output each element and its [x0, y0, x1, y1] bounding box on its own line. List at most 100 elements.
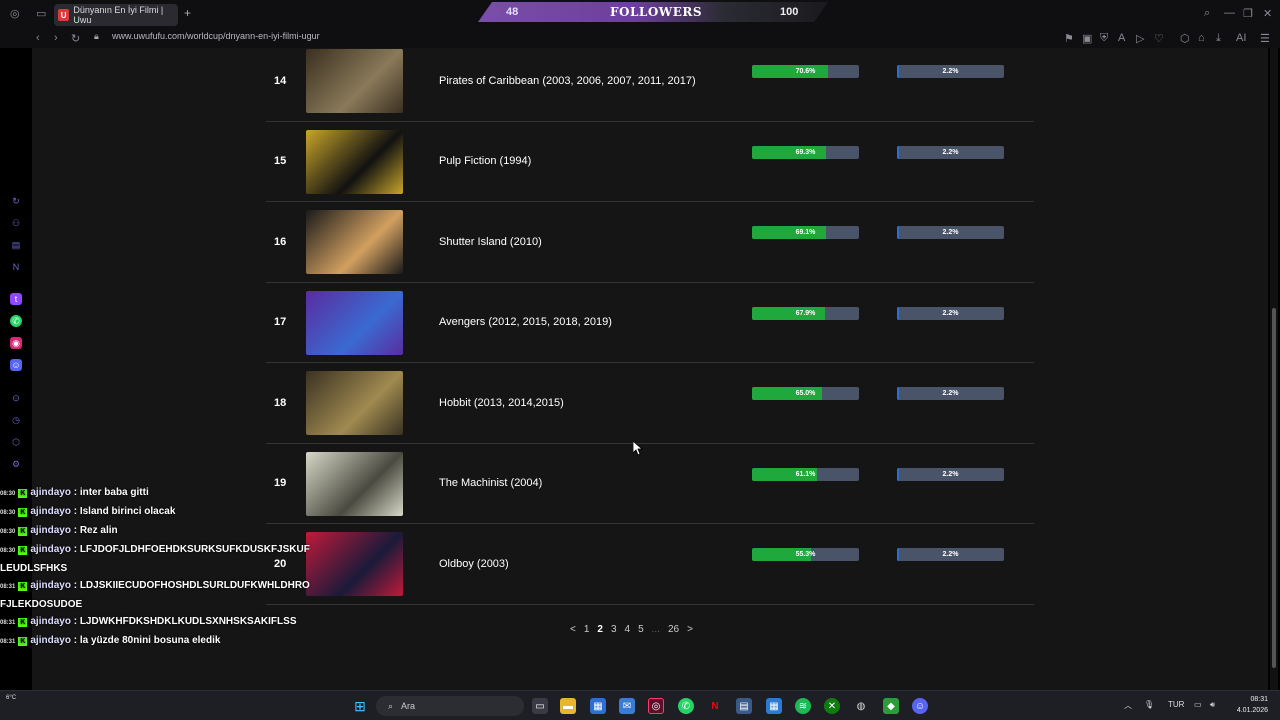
ranking-rank: 17	[274, 316, 287, 329]
movie-poster[interactable]	[306, 290, 403, 355]
sidebar-gaming-icon[interactable]: ▤	[10, 239, 22, 251]
sidebar-refresh-icon[interactable]: ↻	[10, 195, 22, 207]
mail-icon[interactable]: ✉	[619, 698, 635, 714]
start-icon[interactable]: ⊞	[352, 698, 368, 714]
sidebar-discord-icon[interactable]: ☺	[10, 359, 22, 371]
volume-icon[interactable]: 🔊︎	[1210, 700, 1215, 710]
sidebar-extensions-icon[interactable]: ⬡	[10, 436, 22, 448]
ai-icon[interactable]: AI	[1236, 32, 1246, 44]
taskbar-search[interactable]: ⌕ Ara	[376, 696, 524, 716]
sidebar-settings-icon[interactable]: ⚙	[10, 458, 22, 470]
menu-icon[interactable]: ☰	[1260, 32, 1270, 45]
spotify-icon[interactable]: ≋	[795, 698, 811, 714]
play-icon[interactable]: ▷	[1136, 32, 1144, 45]
pagination: < 1 2 3 4 5 ... 26 >	[566, 624, 697, 635]
win-rate-bar: 70.6%	[752, 65, 859, 78]
kick-badge-icon: K	[18, 637, 28, 646]
movie-poster[interactable]	[306, 129, 403, 194]
forward-icon[interactable]: ›	[54, 32, 58, 44]
file-explorer-icon[interactable]: ▬	[560, 698, 576, 714]
ranking-row[interactable]: 14 Pirates of Caribbean (2003, 2006, 200…	[266, 48, 1034, 122]
movie-poster[interactable]	[306, 451, 403, 516]
chat-message: 08:30 Kajindayo : LFJDOFJLDHFOEHDKSURKSUF…	[0, 541, 310, 577]
steam-icon[interactable]: ◍	[853, 698, 869, 714]
scrollbar-thumb[interactable]	[1272, 308, 1276, 668]
translate-icon[interactable]: A	[1118, 32, 1125, 44]
shield-icon[interactable]: ⛨	[1100, 32, 1108, 45]
chat-username: ajindayo	[30, 616, 71, 627]
chat-time: 08:31	[0, 620, 16, 626]
pagination-page-active[interactable]: 2	[593, 624, 607, 635]
url-field[interactable]: www.uwufufu.com/worldcup/dnyann-en-iyi-f…	[112, 31, 320, 41]
network-app-icon[interactable]: ▤	[736, 698, 752, 714]
heart-icon[interactable]: ♡	[1154, 32, 1164, 45]
ranking-row[interactable]: 16 Shutter Island (2010) 69.1% 2.2%	[266, 202, 1034, 283]
sidebar-profile-icon[interactable]: ⚇	[10, 217, 22, 229]
pagination-page[interactable]: 3	[607, 624, 621, 635]
kick-badge-icon: K	[18, 489, 28, 498]
tab-list-icon[interactable]: ▭	[36, 7, 46, 20]
tray-overflow-icon[interactable]: ︿	[1124, 700, 1132, 711]
netflix-icon[interactable]: N	[707, 698, 723, 714]
movie-title: Pulp Fiction (1994)	[439, 155, 532, 168]
movie-title: Shutter Island (2010)	[439, 235, 542, 248]
win-rate-label: 61.1%	[795, 470, 816, 478]
weather-widget[interactable]: 6°C	[6, 695, 16, 701]
close-window-icon[interactable]: ✕	[1263, 7, 1272, 20]
screenshot-icon[interactable]: ▣	[1082, 32, 1092, 45]
champion-rate-bar: 2.2%	[897, 387, 1004, 400]
sidebar-twitch-icon[interactable]: t	[10, 293, 22, 305]
language-indicator[interactable]: TUR	[1168, 700, 1184, 709]
movie-poster[interactable]	[306, 49, 403, 113]
calendar-icon[interactable]: ▦	[766, 698, 782, 714]
game-app-icon[interactable]: ◆	[883, 698, 899, 714]
page-scrollbar[interactable]	[1270, 48, 1278, 690]
opera-gx-icon[interactable]: ◎	[648, 698, 664, 714]
pagination-page[interactable]: 26	[664, 624, 683, 635]
movie-poster[interactable]	[306, 371, 403, 435]
microphone-icon[interactable]: 🎙︎	[1144, 700, 1154, 709]
minimize-icon[interactable]: —	[1224, 7, 1235, 19]
wallet-icon[interactable]: ⌂	[1198, 32, 1205, 44]
sidebar-notes-icon[interactable]: N	[10, 261, 22, 273]
followers-current: 48	[506, 6, 519, 18]
sidebar-instagram-icon[interactable]: ◉	[10, 337, 22, 349]
whatsapp-icon[interactable]: ✆	[678, 698, 694, 714]
xbox-icon[interactable]: ✕	[824, 698, 840, 714]
movie-poster[interactable]	[306, 532, 403, 596]
task-view-icon[interactable]: ▭	[532, 698, 548, 714]
chat-text: la yüzde 80nini bosuna eledik	[79, 635, 221, 646]
pagination-page[interactable]: 1	[580, 624, 594, 635]
sidebar-play-icon[interactable]: ⊙	[10, 392, 22, 404]
win-rate-label: 65.0%	[795, 390, 816, 397]
bookmark-icon[interactable]: ⚑	[1064, 32, 1074, 45]
clock[interactable]: 08:31 4.01.2026	[1228, 694, 1268, 716]
back-icon[interactable]: ‹	[36, 32, 40, 44]
pagination-next[interactable]: >	[683, 624, 697, 635]
store-icon[interactable]: ▦	[590, 698, 606, 714]
extensions-icon[interactable]: ⬡	[1180, 32, 1190, 45]
ranking-row[interactable]: 17 Avengers (2012, 2015, 2018, 2019) 67.…	[266, 283, 1034, 363]
ranking-row[interactable]: 20 Oldboy (2003) 55.3% 2.2%	[266, 524, 1034, 605]
network-icon[interactable]: ▭	[1194, 700, 1202, 709]
taskbar-search-placeholder: Ara	[401, 701, 416, 711]
pagination-page[interactable]: 4	[621, 624, 635, 635]
search-icon[interactable]: ⌕	[1204, 7, 1210, 20]
chat-message: 08:31 Kajindayo : LDJSKIIECUDOFHOSHDLSURL…	[0, 577, 310, 613]
chat-message: 08:31 Kajindayo : LJDWKHFDKSHDKLKUDLSXNHS…	[0, 613, 310, 632]
ranking-row[interactable]: 18 Hobbit (2013, 2014,2015) 65.0% 2.2%	[266, 363, 1034, 444]
restore-icon[interactable]: ❐	[1243, 7, 1253, 20]
sidebar-history-icon[interactable]: ◷	[10, 414, 22, 426]
win-rate-bar: 61.1%	[752, 467, 859, 481]
pagination-page[interactable]: 5	[634, 624, 648, 635]
new-tab-icon[interactable]: +	[184, 6, 191, 20]
sidebar-whatsapp-icon[interactable]: ✆	[10, 315, 22, 327]
discord-icon[interactable]: ☺	[912, 698, 928, 714]
ranking-row[interactable]: 19 The Machinist (2004) 61.1% 2.2%	[266, 444, 1034, 524]
movie-poster[interactable]	[306, 210, 403, 274]
tab-uwufufu[interactable]: U Dünyanın En İyi Filmi | Uwu	[54, 4, 178, 26]
ranking-row[interactable]: 15 Pulp Fiction (1994) 69.3% 2.2%	[266, 122, 1034, 202]
download-icon[interactable]: ⤓	[1216, 32, 1221, 45]
reload-icon[interactable]: ↻	[71, 32, 80, 45]
pagination-prev[interactable]: <	[566, 624, 580, 635]
